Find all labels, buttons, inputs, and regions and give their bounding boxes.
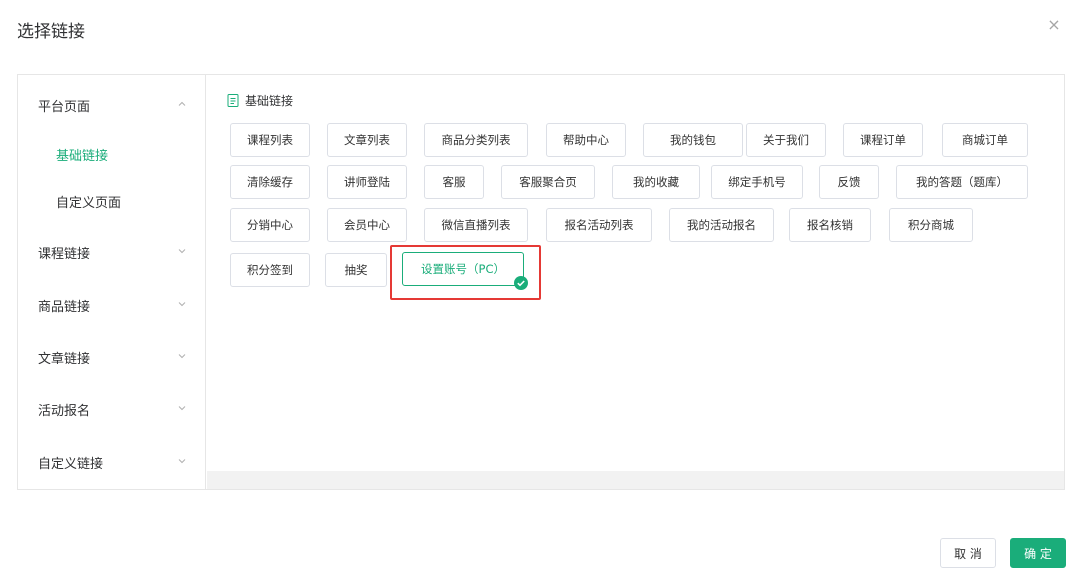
sidebar-item-label: 文章链接 [38, 351, 91, 367]
link-chip[interactable]: 报名核销 [789, 208, 871, 242]
link-chip[interactable]: 帮助中心 [546, 123, 626, 157]
document-icon [227, 93, 239, 107]
link-chip[interactable]: 关于我们 [746, 123, 826, 157]
link-chip[interactable]: 我的钱包 [643, 123, 743, 157]
link-chip[interactable]: 会员中心 [327, 208, 407, 242]
sidebar-item-label: 课程链接 [38, 246, 91, 262]
chevron-down-icon [178, 354, 186, 359]
link-chip[interactable]: 课程列表 [230, 123, 310, 157]
check-circle-icon [514, 276, 528, 290]
sidebar-item-course-links[interactable]: 课程链接 [18, 237, 205, 267]
section-title: 基础链接 [227, 92, 293, 108]
link-chip[interactable]: 商品分类列表 [424, 123, 528, 157]
close-icon[interactable]: × [1045, 16, 1063, 34]
link-chip[interactable]: 商城订单 [942, 123, 1028, 157]
chevron-up-icon [178, 101, 186, 106]
sidebar-item-event-signup[interactable]: 活动报名 [18, 394, 205, 424]
sidebar-subitem-label: 自定义页面 [56, 195, 122, 211]
link-chip[interactable]: 讲师登陆 [327, 165, 407, 199]
cancel-button[interactable]: 取 消 [940, 538, 996, 568]
link-chip-label: 设置账号（PC） [421, 262, 505, 276]
link-chip[interactable]: 绑定手机号 [711, 165, 803, 199]
chevron-down-icon [178, 249, 186, 254]
sidebar-subitem-label: 基础链接 [56, 148, 109, 164]
link-category-sidebar: 平台页面 基础链接 自定义页面 课程链接 商品链接 文章链接 活动报名 自定义链… [18, 75, 206, 489]
link-chip[interactable]: 文章列表 [327, 123, 407, 157]
content-footer-bar [207, 471, 1064, 489]
sidebar-item-label: 活动报名 [38, 403, 91, 419]
link-chip[interactable]: 积分商城 [889, 208, 973, 242]
link-chip[interactable]: 课程订单 [843, 123, 923, 157]
link-chip[interactable]: 客服聚合页 [501, 165, 595, 199]
sidebar-item-product-links[interactable]: 商品链接 [18, 290, 205, 320]
link-chip[interactable]: 抽奖 [325, 253, 387, 287]
sidebar-subitem-basic-links[interactable]: 基础链接 [18, 139, 205, 169]
sidebar-item-label: 自定义链接 [38, 456, 104, 472]
link-picker-panel: 平台页面 基础链接 自定义页面 课程链接 商品链接 文章链接 活动报名 自定义链… [17, 74, 1065, 490]
sidebar-subitem-custom-pages[interactable]: 自定义页面 [18, 186, 205, 216]
sidebar-item-label: 商品链接 [38, 299, 91, 315]
link-chip[interactable]: 客服 [424, 165, 484, 199]
sidebar-item-custom-links[interactable]: 自定义链接 [18, 447, 205, 477]
sidebar-item-platform-pages[interactable]: 平台页面 [18, 90, 205, 120]
link-chip[interactable]: 我的答题（题库） [896, 165, 1028, 199]
sidebar-item-label: 平台页面 [38, 99, 91, 115]
link-chip[interactable]: 微信直播列表 [424, 208, 528, 242]
section-title-label: 基础链接 [245, 93, 294, 108]
link-chip[interactable]: 我的收藏 [612, 165, 700, 199]
link-content-area: 基础链接 课程列表 文章列表 商品分类列表 帮助中心 我的钱包 关于我们 课程订… [207, 75, 1064, 489]
link-chip[interactable]: 清除缓存 [230, 165, 310, 199]
link-chip[interactable]: 我的活动报名 [669, 208, 774, 242]
link-chip[interactable]: 积分签到 [230, 253, 310, 287]
confirm-button[interactable]: 确 定 [1010, 538, 1066, 568]
chevron-down-icon [178, 406, 186, 411]
chevron-down-icon [178, 302, 186, 307]
chevron-down-icon [178, 459, 186, 464]
link-chip[interactable]: 报名活动列表 [546, 208, 652, 242]
sidebar-item-article-links[interactable]: 文章链接 [18, 342, 205, 372]
dialog-title: 选择链接 [17, 22, 85, 42]
link-chip-selected[interactable]: 设置账号（PC） [402, 252, 528, 290]
link-chip[interactable]: 反馈 [819, 165, 879, 199]
link-chip[interactable]: 分销中心 [230, 208, 310, 242]
